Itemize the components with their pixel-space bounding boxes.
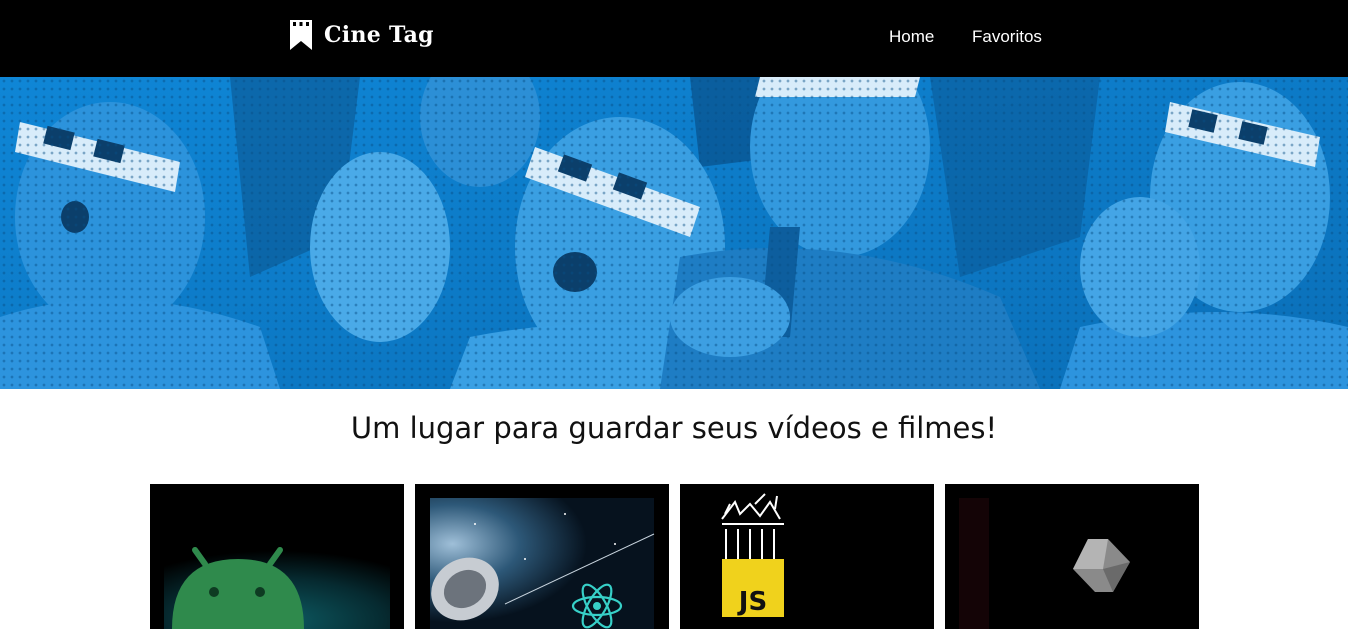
top-navbar: Cine Tag Home Favoritos (0, 0, 1348, 77)
js-badge-text: JS (737, 587, 767, 617)
video-card-dart[interactable] (945, 484, 1199, 629)
video-card-android[interactable] (150, 484, 404, 629)
nav-link-favoritos[interactable]: Favoritos (972, 27, 1042, 47)
javascript-thumbnail: JS (680, 484, 934, 629)
cinema-audience-3d-glasses-image (0, 77, 1348, 389)
bookmark-film-icon (290, 20, 312, 50)
page-headline: Um lugar para guardar seus vídeos e film… (350, 411, 998, 445)
hero-banner (0, 77, 1348, 389)
nav-link-home[interactable]: Home (889, 27, 934, 47)
dart-logo-thumbnail (945, 484, 1199, 629)
video-card-javascript[interactable]: JS (680, 484, 934, 629)
android-logo-thumbnail (150, 484, 404, 629)
brand-logo[interactable]: Cine Tag (290, 20, 434, 50)
video-card-react[interactable] (415, 484, 669, 629)
react-satellite-thumbnail (415, 484, 669, 629)
brand-name: Cine Tag (324, 22, 434, 48)
